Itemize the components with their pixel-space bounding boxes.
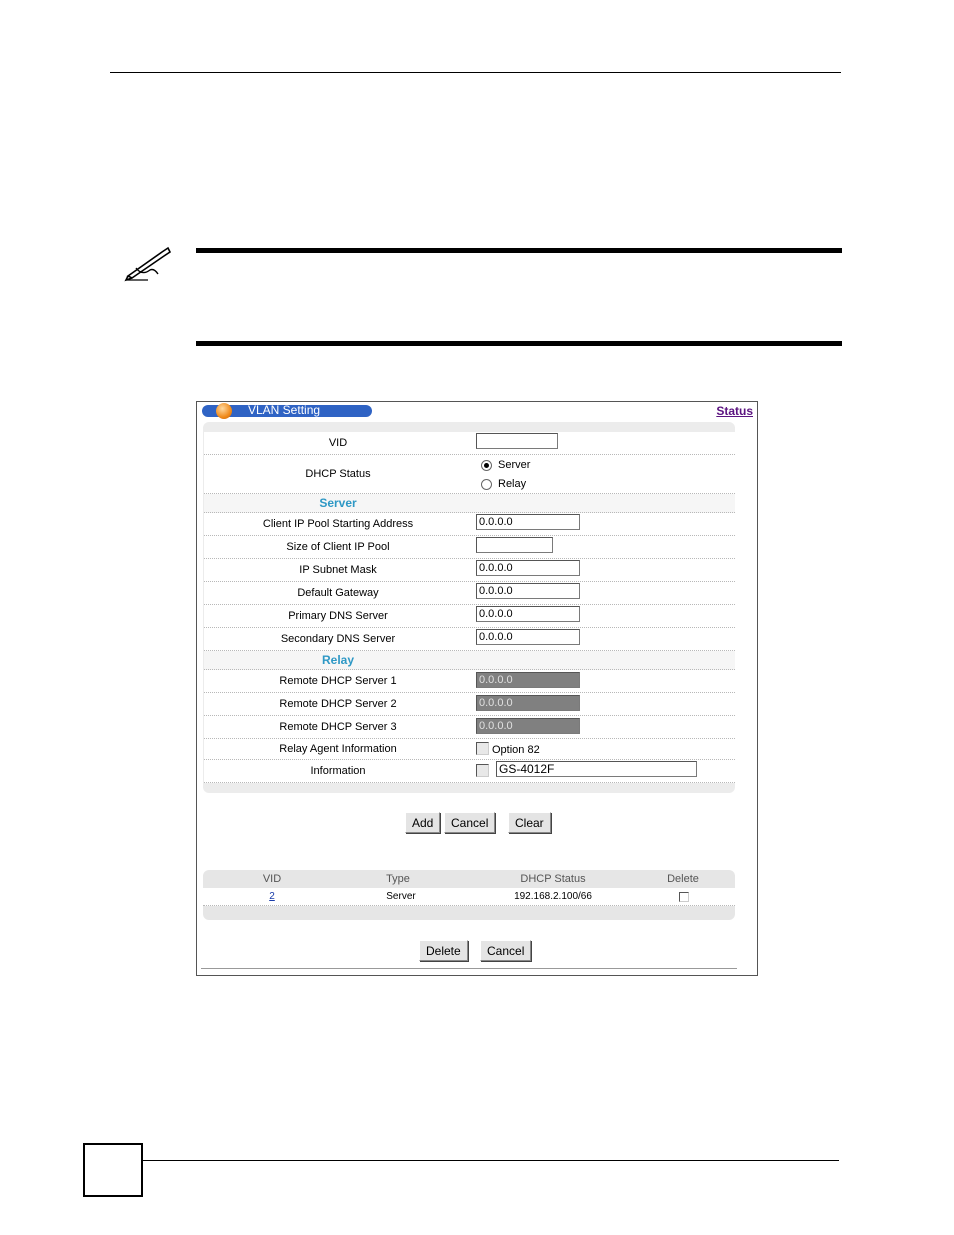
- page-number-box: [83, 1143, 143, 1197]
- table-cancel-button[interactable]: Cancel: [480, 940, 532, 961]
- status-link[interactable]: Status: [716, 404, 753, 418]
- information-checkbox[interactable]: [476, 764, 489, 777]
- option82-checkbox[interactable]: [476, 742, 489, 755]
- summary-table-footer: [203, 906, 735, 920]
- table-row: 2 Server 192.168.2.100/66: [203, 889, 735, 906]
- page-footer-rule: [141, 1160, 839, 1161]
- remote-dhcp-3-row: Remote DHCP Server 3: [204, 716, 735, 739]
- note-pencil-icon: [124, 246, 172, 282]
- page-header-rule: [110, 72, 841, 73]
- default-gateway-input[interactable]: [476, 583, 580, 599]
- client-ip-pool-start-label: Client IP Pool Starting Address: [262, 518, 414, 530]
- pool-size-label: Size of Client IP Pool: [286, 541, 390, 553]
- row-type: Server: [386, 891, 416, 902]
- window-title: VLAN Setting: [248, 403, 321, 417]
- pool-size-row: Size of Client IP Pool: [204, 536, 735, 559]
- clear-button[interactable]: Clear: [508, 812, 551, 833]
- vlan-setting-screen: VLAN Setting Status VID DHCP Status Serv…: [196, 401, 758, 976]
- note-top-rule: [196, 248, 842, 253]
- cancel-button[interactable]: Cancel: [444, 812, 496, 833]
- dhcp-status-label: DHCP Status: [305, 468, 371, 480]
- relay-section-title: Relay: [321, 653, 355, 667]
- vid-input[interactable]: [476, 433, 558, 449]
- secondary-dns-row: Secondary DNS Server: [204, 628, 735, 651]
- relay-radio[interactable]: [481, 479, 492, 490]
- default-gateway-label: Default Gateway: [297, 587, 379, 599]
- subnet-mask-label: IP Subnet Mask: [299, 564, 377, 576]
- remote-dhcp-2-input[interactable]: [476, 695, 580, 711]
- row-dhcp-status: 192.168.2.100/66: [514, 891, 592, 902]
- remote-dhcp-1-row: Remote DHCP Server 1: [204, 670, 735, 693]
- primary-dns-input[interactable]: [476, 606, 580, 622]
- client-ip-pool-start-row: Client IP Pool Starting Address: [204, 513, 735, 536]
- vid-row: VID: [204, 432, 735, 455]
- information-label: Information: [310, 765, 366, 777]
- remote-dhcp-3-label: Remote DHCP Server 3: [279, 721, 397, 733]
- relay-radio-label: Relay: [498, 478, 527, 490]
- vid-label: VID: [328, 437, 348, 449]
- server-radio[interactable]: [481, 460, 492, 471]
- note-bottom-rule: [196, 341, 842, 346]
- add-button[interactable]: Add: [405, 812, 441, 833]
- secondary-dns-input[interactable]: [476, 629, 580, 645]
- remote-dhcp-2-row: Remote DHCP Server 2: [204, 693, 735, 716]
- primary-dns-label: Primary DNS Server: [288, 610, 388, 622]
- remote-dhcp-3-input[interactable]: [476, 718, 580, 734]
- title-bar: VLAN Setting: [202, 403, 372, 419]
- col-type-header: Type: [386, 873, 410, 885]
- subnet-mask-input[interactable]: [476, 560, 580, 576]
- information-row: Information: [204, 760, 735, 783]
- secondary-dns-label: Secondary DNS Server: [280, 633, 396, 645]
- remote-dhcp-1-input[interactable]: [476, 672, 580, 688]
- relay-section-header: Relay: [204, 651, 735, 670]
- subnet-mask-row: IP Subnet Mask: [204, 559, 735, 582]
- option82-label: Option 82: [492, 744, 540, 756]
- remote-dhcp-1-label: Remote DHCP Server 1: [279, 675, 397, 687]
- primary-dns-row: Primary DNS Server: [204, 605, 735, 628]
- delete-button[interactable]: Delete: [419, 940, 468, 961]
- col-delete-header: Delete: [667, 873, 699, 885]
- server-section-header: Server: [204, 494, 735, 513]
- row-vid-link[interactable]: 2: [257, 891, 287, 902]
- remote-dhcp-2-label: Remote DHCP Server 2: [279, 698, 397, 710]
- relay-agent-row: Relay Agent Information Option 82: [204, 739, 735, 760]
- screen-bottom-rule: [201, 968, 737, 969]
- dhcp-status-row: DHCP Status Server Relay: [204, 455, 735, 494]
- pool-size-input[interactable]: [476, 537, 553, 553]
- relay-agent-label: Relay Agent Information: [279, 743, 397, 755]
- client-ip-pool-start-input[interactable]: [476, 514, 580, 530]
- information-input[interactable]: [496, 761, 697, 777]
- server-radio-label: Server: [498, 459, 531, 471]
- col-vid-header: VID: [262, 873, 282, 885]
- col-dhcp-status-header: DHCP Status: [520, 873, 586, 885]
- default-gateway-row: Default Gateway: [204, 582, 735, 605]
- row-delete-checkbox[interactable]: [679, 892, 689, 902]
- server-section-title: Server: [319, 496, 357, 510]
- orb-icon: [216, 403, 232, 419]
- summary-table-header: VID Type DHCP Status Delete: [203, 870, 735, 888]
